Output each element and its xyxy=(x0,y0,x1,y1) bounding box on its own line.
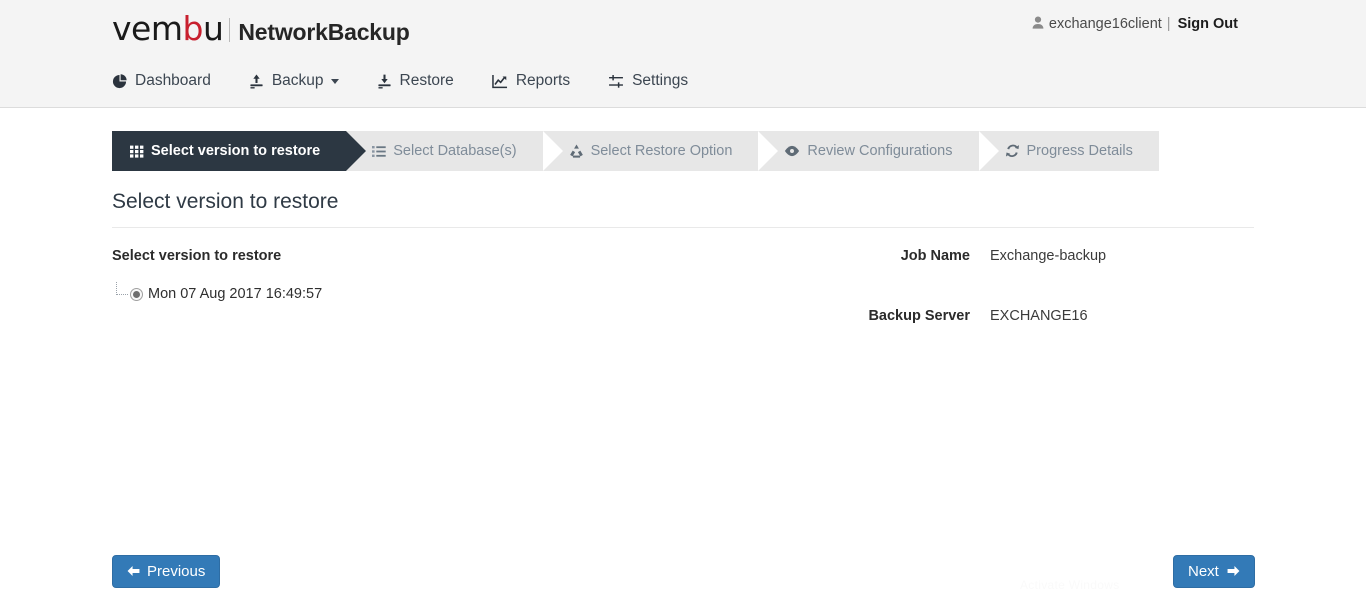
user-icon xyxy=(1032,16,1044,32)
step-label-progress-details: Progress Details xyxy=(1026,143,1133,159)
eye-icon xyxy=(784,145,800,157)
nav-item-settings[interactable]: Settings xyxy=(608,64,688,98)
section-label: Select version to restore xyxy=(112,248,282,264)
sliders-icon xyxy=(608,74,624,89)
nav-item-dashboard[interactable]: Dashboard xyxy=(112,64,211,98)
main-navigation: Dashboard Backup Restore Reports Setting… xyxy=(112,64,726,98)
arrow-right-icon xyxy=(1227,564,1240,580)
nav-item-reports[interactable]: Reports xyxy=(492,64,570,98)
step-select-databases[interactable]: Select Database(s) xyxy=(346,131,563,171)
content-grid: Select version to restore Mon 07 Aug 201… xyxy=(112,228,1254,368)
previous-button[interactable]: Previous xyxy=(112,555,221,588)
step-progress-details[interactable]: Progress Details xyxy=(978,131,1159,171)
product-name: NetworkBackup xyxy=(238,19,410,45)
step-label-review-configurations: Review Configurations xyxy=(807,143,953,159)
wizard-step-bar: Select version to restore Select Databas… xyxy=(112,131,1159,171)
line-chart-icon xyxy=(492,74,508,89)
pie-chart-icon xyxy=(112,73,127,89)
logo-divider xyxy=(229,18,231,42)
upload-icon xyxy=(249,73,264,89)
tree-connector-icon xyxy=(113,282,129,302)
logo-part-vem: vem xyxy=(112,9,183,48)
detail-label-job-name: Job Name xyxy=(900,248,970,264)
step-select-version[interactable]: Select version to restore xyxy=(112,131,367,171)
detail-value-job-name: Exchange-backup xyxy=(990,248,1107,264)
detail-label-backup-server: Backup Server xyxy=(868,308,970,324)
user-separator: | xyxy=(1166,16,1171,32)
grid-icon xyxy=(130,145,144,158)
step-label-select-version: Select version to restore xyxy=(151,143,321,159)
chevron-down-icon xyxy=(330,78,339,84)
top-header-band: vembu NetworkBackup exchange16client | S… xyxy=(0,0,1366,108)
logo-part-b: b xyxy=(182,9,203,48)
nav-item-restore[interactable]: Restore xyxy=(377,64,454,98)
next-button[interactable]: Next xyxy=(1173,555,1255,588)
sign-out-link[interactable]: Sign Out xyxy=(1178,16,1238,32)
nav-label-backup: Backup xyxy=(271,72,324,89)
download-icon xyxy=(377,74,392,89)
detail-row-job-name: Job Name Exchange-backup xyxy=(762,248,1254,264)
list-icon xyxy=(372,145,386,158)
vembu-logo-wordmark: vembu xyxy=(112,9,224,48)
step-select-restore-option[interactable]: Select Restore Option xyxy=(542,131,779,171)
username-label: exchange16client xyxy=(1048,16,1162,32)
job-details-column: Job Name Exchange-backup Backup Server E… xyxy=(752,248,1254,368)
previous-button-label: Previous xyxy=(147,563,206,580)
version-radio-button[interactable] xyxy=(130,287,143,301)
recycle-icon xyxy=(569,144,584,158)
step-review-configurations[interactable]: Review Configurations xyxy=(758,131,999,171)
nav-label-restore: Restore xyxy=(399,72,454,89)
nav-label-reports: Reports xyxy=(515,72,571,89)
version-label: Mon 07 Aug 2017 16:49:57 xyxy=(148,286,323,302)
nav-label-settings: Settings xyxy=(632,72,689,89)
next-button-label: Next xyxy=(1188,563,1219,580)
step-label-select-databases: Select Database(s) xyxy=(393,143,517,159)
refresh-icon xyxy=(1005,144,1020,158)
version-selection-column: Select version to restore Mon 07 Aug 201… xyxy=(112,248,752,368)
detail-row-backup-server: Backup Server EXCHANGE16 xyxy=(762,308,1254,324)
detail-value-backup-server: EXCHANGE16 xyxy=(990,308,1088,324)
brand-logo[interactable]: vembu NetworkBackup xyxy=(112,12,410,46)
step-label-select-restore-option: Select Restore Option xyxy=(590,143,733,159)
nav-label-dashboard: Dashboard xyxy=(135,72,211,89)
radio-selected-dot xyxy=(133,290,140,298)
page-title: Select version to restore xyxy=(112,190,339,213)
main-panel: Select version to restore Select version… xyxy=(112,190,1254,368)
logo-part-u: u xyxy=(202,9,224,48)
version-tree-item[interactable]: Mon 07 Aug 2017 16:49:57 xyxy=(112,282,752,302)
nav-item-backup[interactable]: Backup xyxy=(249,64,339,98)
user-account-area: exchange16client | Sign Out xyxy=(1032,16,1238,32)
arrow-left-icon xyxy=(127,564,140,580)
